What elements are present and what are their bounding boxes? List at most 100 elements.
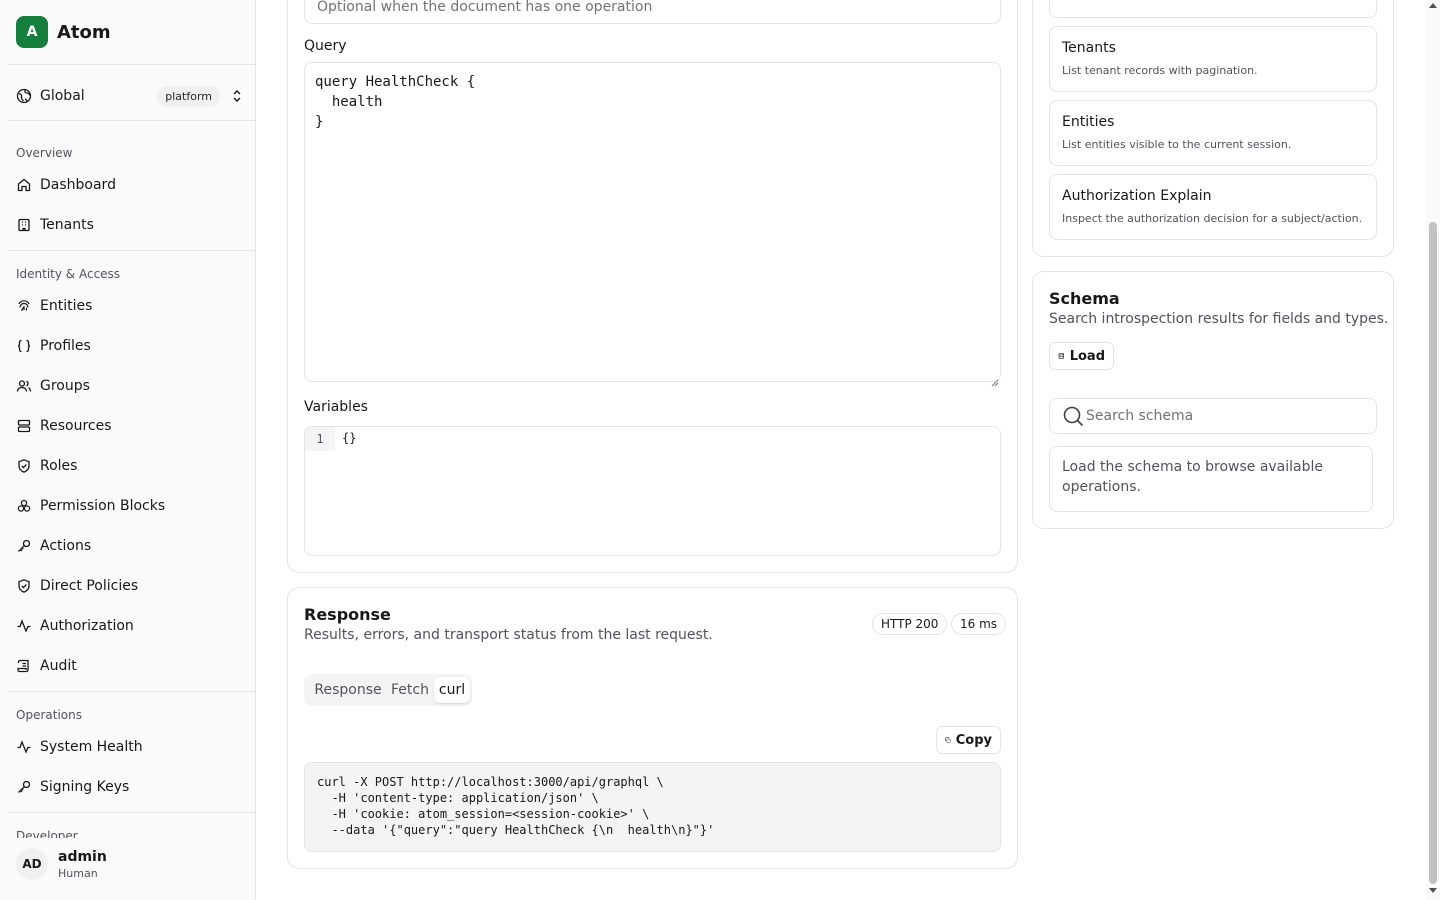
nav-item-permission-blocks[interactable]: Permission Blocks xyxy=(16,492,246,520)
line-number: 1 xyxy=(305,427,335,451)
operation-description: List tenant records with pagination. xyxy=(1062,64,1258,77)
scope-badge: platform xyxy=(157,85,220,107)
scroll-up-icon[interactable] xyxy=(1429,3,1437,8)
http-status-badge: HTTP 200 xyxy=(872,613,948,635)
nav-section-operations: Operations xyxy=(16,708,82,722)
nav-item-groups[interactable]: Groups xyxy=(16,372,246,400)
operation-description: List entities visible to the current ses… xyxy=(1062,138,1292,151)
load-schema-button[interactable]: Load xyxy=(1049,342,1114,370)
copy-button[interactable]: Copy xyxy=(936,726,1001,754)
curl-output[interactable]: curl -X POST http://localhost:3000/api/g… xyxy=(304,762,1001,852)
user-menu[interactable]: AD admin Human xyxy=(16,848,107,880)
nav-item-direct-policies[interactable]: Direct Policies xyxy=(16,572,246,600)
shield-check-icon xyxy=(18,459,30,473)
nav-label: Resources xyxy=(40,418,112,434)
response-tabs: Response Fetch curl xyxy=(304,674,472,706)
operation-description: Inspect the authorization decision for a… xyxy=(1062,212,1363,225)
variables-code: {} xyxy=(342,431,357,445)
nav-label: Groups xyxy=(40,378,90,394)
nav-item-signing-keys[interactable]: Signing Keys xyxy=(16,773,246,801)
scroll-text-icon xyxy=(17,659,29,673)
query-label: Query xyxy=(304,38,347,54)
nav-section-overview: Overview xyxy=(16,146,73,160)
response-subtitle: Results, errors, and transport status fr… xyxy=(304,627,713,643)
server-icon xyxy=(17,419,31,433)
operation-item-health[interactable] xyxy=(1049,0,1377,18)
nav-item-audit[interactable]: Audit xyxy=(16,652,246,680)
operation-item-authorization-explain[interactable]: Authorization Explain Inspect the author… xyxy=(1049,174,1377,240)
nav-label: System Health xyxy=(40,739,143,755)
scope-name: Global xyxy=(40,88,85,104)
key-icon xyxy=(18,780,31,793)
database-icon xyxy=(1058,352,1065,360)
tab-curl[interactable]: curl xyxy=(434,677,470,703)
operation-item-tenants[interactable]: Tenants List tenant records with paginat… xyxy=(1049,26,1377,92)
schema-subtitle: Search introspection results for fields … xyxy=(1049,311,1389,327)
sidebar: A Atom Global platform Overview Dashboar… xyxy=(0,0,256,900)
blocks-icon xyxy=(17,499,31,512)
nav-item-authorization[interactable]: Authorization xyxy=(16,612,246,640)
nav-item-system-health[interactable]: System Health xyxy=(16,733,246,761)
nav-label: Actions xyxy=(40,538,92,554)
key-icon xyxy=(18,539,31,552)
app-name: Atom xyxy=(57,21,111,43)
copy-label: Copy xyxy=(955,732,992,748)
nav-label: Roles xyxy=(40,458,78,474)
chevrons-up-down-icon xyxy=(233,90,241,102)
variables-editor[interactable]: 1 {} xyxy=(304,426,1001,556)
divider xyxy=(8,64,255,65)
nav-item-tenants[interactable]: Tenants xyxy=(16,211,246,239)
activity-icon xyxy=(17,619,31,633)
nav-label: Authorization xyxy=(40,618,134,634)
operation-name: Tenants xyxy=(1062,40,1116,56)
copy-icon xyxy=(945,737,951,743)
users-icon xyxy=(16,380,32,392)
operation-item-entities[interactable]: Entities List entities visible to the cu… xyxy=(1049,100,1377,166)
user-name: admin xyxy=(58,848,107,865)
tab-fetch[interactable]: Fetch xyxy=(386,677,434,703)
activity-icon xyxy=(17,740,31,754)
nav-item-profiles[interactable]: Profiles xyxy=(16,332,246,360)
braces-icon xyxy=(17,339,31,353)
schema-search-input[interactable]: Search schema xyxy=(1049,398,1377,434)
page-scrollbar[interactable] xyxy=(1426,0,1440,900)
nav-label: Direct Policies xyxy=(40,578,139,594)
nav-label: Dashboard xyxy=(40,177,116,193)
nav-label: Signing Keys xyxy=(40,779,130,795)
resize-grip-icon xyxy=(991,379,999,387)
operation-name-input[interactable]: Optional when the document has one opera… xyxy=(304,0,1001,24)
resize-handle[interactable] xyxy=(991,372,999,387)
operation-name-placeholder: Optional when the document has one opera… xyxy=(317,0,653,15)
divider xyxy=(8,812,255,813)
nav-item-actions[interactable]: Actions xyxy=(16,532,246,560)
tab-response[interactable]: Response xyxy=(310,677,386,703)
nav-item-entities[interactable]: Entities xyxy=(16,292,246,320)
globe-icon xyxy=(16,88,32,104)
variables-label: Variables xyxy=(304,399,368,415)
schema-search-placeholder: Search schema xyxy=(1086,408,1194,424)
timing-badge: 16 ms xyxy=(951,613,1007,635)
building-icon xyxy=(18,218,30,232)
load-label: Load xyxy=(1069,348,1105,364)
brand-logo: A xyxy=(16,16,48,48)
operation-name: Entities xyxy=(1062,114,1115,130)
scroll-down-icon[interactable] xyxy=(1429,888,1437,893)
divider xyxy=(8,120,255,121)
nav-label: Profiles xyxy=(40,338,91,354)
brand[interactable]: A Atom xyxy=(16,16,111,48)
scroll-thumb[interactable] xyxy=(1429,222,1437,884)
search-icon xyxy=(1063,406,1084,427)
schema-empty-state: Load the schema to browse available oper… xyxy=(1049,446,1373,512)
fingerprint-icon xyxy=(18,300,30,312)
nav-label: Permission Blocks xyxy=(40,498,166,514)
nav-item-roles[interactable]: Roles xyxy=(16,452,246,480)
divider xyxy=(8,691,255,692)
nav-item-resources[interactable]: Resources xyxy=(16,412,246,440)
divider xyxy=(8,250,255,251)
nav-label: Tenants xyxy=(40,217,94,233)
nav-section-developer: Developer xyxy=(16,829,78,838)
scope-selector[interactable]: Global platform xyxy=(16,84,244,108)
nav-item-dashboard[interactable]: Dashboard xyxy=(16,171,246,199)
query-editor[interactable]: query HealthCheck { health } xyxy=(304,62,1001,382)
avatar: AD xyxy=(16,848,48,880)
